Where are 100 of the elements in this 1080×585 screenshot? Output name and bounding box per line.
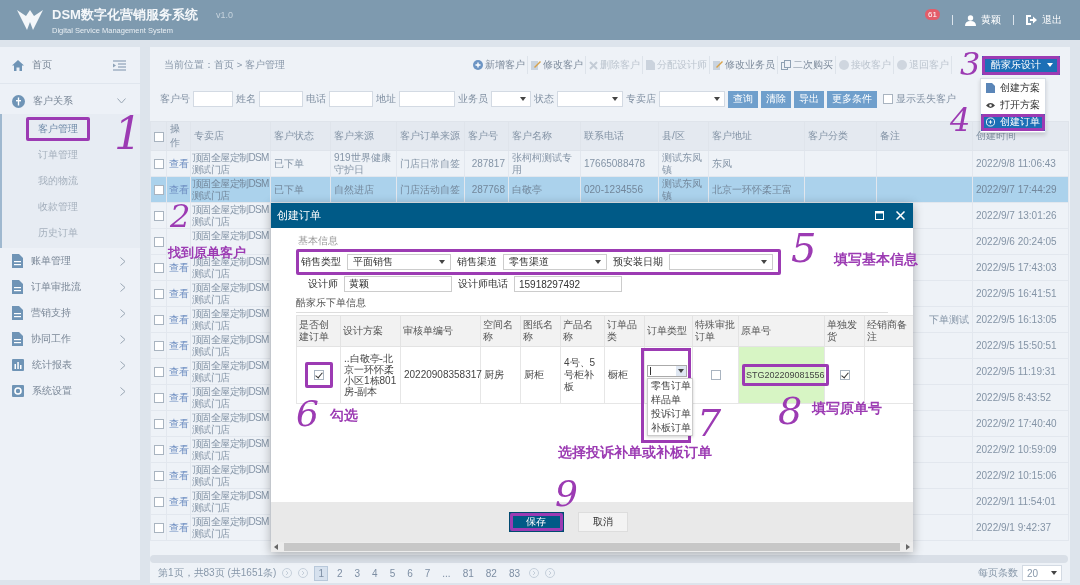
toolbar-button[interactable]: 二次购买 <box>779 56 836 74</box>
nav-group[interactable]: 账单管理 <box>31 254 112 268</box>
checkbox[interactable] <box>153 366 164 377</box>
combo-box[interactable] <box>647 365 687 377</box>
design-dropdown-button[interactable]: 酷家乐设计 <box>982 55 1060 75</box>
checkbox[interactable] <box>710 370 721 381</box>
chevron-right-icon[interactable] <box>120 256 126 266</box>
table-cell: 顶固全屋定制DSM测试门店 <box>192 438 269 461</box>
nav-group[interactable]: 客户关系 <box>33 94 109 108</box>
checkbox[interactable] <box>153 496 164 507</box>
filter-field[interactable] <box>329 91 373 107</box>
nav-group[interactable]: 系统设置 <box>32 384 112 398</box>
logout-link[interactable]: 退出 <box>1042 13 1062 27</box>
checkbox[interactable] <box>153 236 164 247</box>
checkbox[interactable] <box>153 522 164 533</box>
page-link[interactable]: 7 <box>421 566 434 580</box>
select-field[interactable] <box>669 254 773 270</box>
page-link[interactable]: ... <box>439 566 454 580</box>
horizontal-scrollbar[interactable] <box>271 542 913 552</box>
input-field[interactable]: 黄颖 <box>344 276 452 292</box>
notification-badge[interactable]: 61 <box>925 8 940 20</box>
page-link[interactable]: 6 <box>404 566 416 580</box>
scroll-left-icon[interactable] <box>274 544 278 550</box>
checkbox[interactable] <box>153 131 164 142</box>
page-link[interactable]: 3 <box>351 566 364 580</box>
page-link[interactable]: 4 <box>369 566 381 580</box>
dropdown-option[interactable]: 样品单 <box>648 393 692 407</box>
input-field[interactable]: STG202209081556 <box>742 364 829 386</box>
step-number: 7 <box>697 404 722 442</box>
table-cell: 厨柜 <box>524 369 544 380</box>
checkbox[interactable] <box>153 184 164 195</box>
chevron-right-icon[interactable] <box>120 386 126 396</box>
nav-item[interactable]: 首页 <box>32 58 105 72</box>
dropdown-option[interactable]: 零售订单 <box>648 379 692 393</box>
page-link[interactable]: 5 <box>386 566 399 580</box>
page-link[interactable]: 82 <box>482 566 500 580</box>
checkbox[interactable] <box>153 210 164 221</box>
page-size-select[interactable]: 20 <box>1022 565 1062 581</box>
nav-group[interactable]: 订单审批流 <box>31 280 112 294</box>
toolbar-button[interactable]: 修改客户 <box>529 56 586 74</box>
filter-button[interactable]: 清除 <box>761 90 791 108</box>
dropdown-option[interactable]: 投诉订单 <box>648 407 692 421</box>
toolbar-button[interactable]: 修改业务员 <box>711 56 778 74</box>
checkbox[interactable] <box>153 470 164 481</box>
checkbox[interactable] <box>883 94 893 104</box>
horizontal-scrollbar[interactable] <box>150 555 1068 563</box>
close-icon[interactable] <box>896 211 905 220</box>
first-page-icon[interactable] <box>282 568 293 578</box>
filter-button[interactable]: 查询 <box>728 90 758 108</box>
nav-item[interactable]: 我的物流 <box>26 169 90 193</box>
checkbox[interactable] <box>153 444 164 455</box>
select-field[interactable]: 平面销售 <box>347 254 451 270</box>
page-link[interactable]: 81 <box>459 566 477 580</box>
page-link[interactable]: 83 <box>505 566 524 580</box>
nav-group[interactable]: 协同工作 <box>31 332 112 346</box>
chevron-down-icon[interactable] <box>117 98 126 104</box>
chevron-right-icon[interactable] <box>120 308 126 318</box>
dropdown-option[interactable]: 补板订单 <box>648 421 692 435</box>
filter-field[interactable] <box>193 91 233 107</box>
indent-icon[interactable] <box>113 59 126 71</box>
nav-group[interactable]: 统计报表 <box>32 358 112 372</box>
user-name[interactable]: 黄颖 <box>981 13 1001 27</box>
filter-label: 地址 <box>376 92 396 106</box>
checkbox[interactable] <box>153 392 164 403</box>
scroll-right-icon[interactable] <box>906 544 910 550</box>
checkbox[interactable] <box>153 340 164 351</box>
filter-select[interactable] <box>557 91 623 107</box>
filter-select[interactable] <box>491 91 531 107</box>
page-link[interactable]: 1 <box>314 565 328 581</box>
checkbox[interactable] <box>839 370 850 381</box>
checkbox[interactable] <box>153 158 164 169</box>
nav-item[interactable]: 客户管理 <box>26 117 90 141</box>
filter-field[interactable] <box>259 91 303 107</box>
checkbox[interactable] <box>153 262 164 273</box>
last-page-icon[interactable] <box>545 568 556 578</box>
select-field[interactable]: 零售渠道 <box>503 254 607 270</box>
checkbox[interactable] <box>153 288 164 299</box>
maximize-icon[interactable] <box>875 211 884 220</box>
checkbox[interactable] <box>313 370 324 381</box>
checkbox[interactable] <box>153 418 164 429</box>
menu-item[interactable]: 创建订单 <box>981 113 1045 131</box>
input-field[interactable]: 15918297492 <box>514 276 622 292</box>
next-page-icon[interactable] <box>529 568 540 578</box>
checkbox[interactable] <box>153 314 164 325</box>
menu-item[interactable]: 打开方案 <box>981 96 1045 114</box>
filter-select[interactable] <box>659 91 725 107</box>
filter-button[interactable]: 导出 <box>794 90 824 108</box>
version-label: v1.0 <box>215 10 233 20</box>
toolbar-button[interactable]: 新增客户 <box>471 56 528 74</box>
filter-button[interactable]: 更多条件 <box>827 90 877 108</box>
nav-group[interactable]: 营销支持 <box>31 306 112 320</box>
chevron-right-icon[interactable] <box>120 360 126 370</box>
save-button[interactable]: 保存 <box>508 512 564 532</box>
cancel-button[interactable]: 取消 <box>577 512 628 532</box>
previous-page-icon[interactable] <box>298 568 309 578</box>
filter-field[interactable] <box>399 91 455 107</box>
chevron-right-icon[interactable] <box>120 334 126 344</box>
chevron-right-icon[interactable] <box>120 282 126 292</box>
page-link[interactable]: 2 <box>333 566 346 580</box>
menu-item[interactable]: 创建方案 <box>981 79 1045 97</box>
